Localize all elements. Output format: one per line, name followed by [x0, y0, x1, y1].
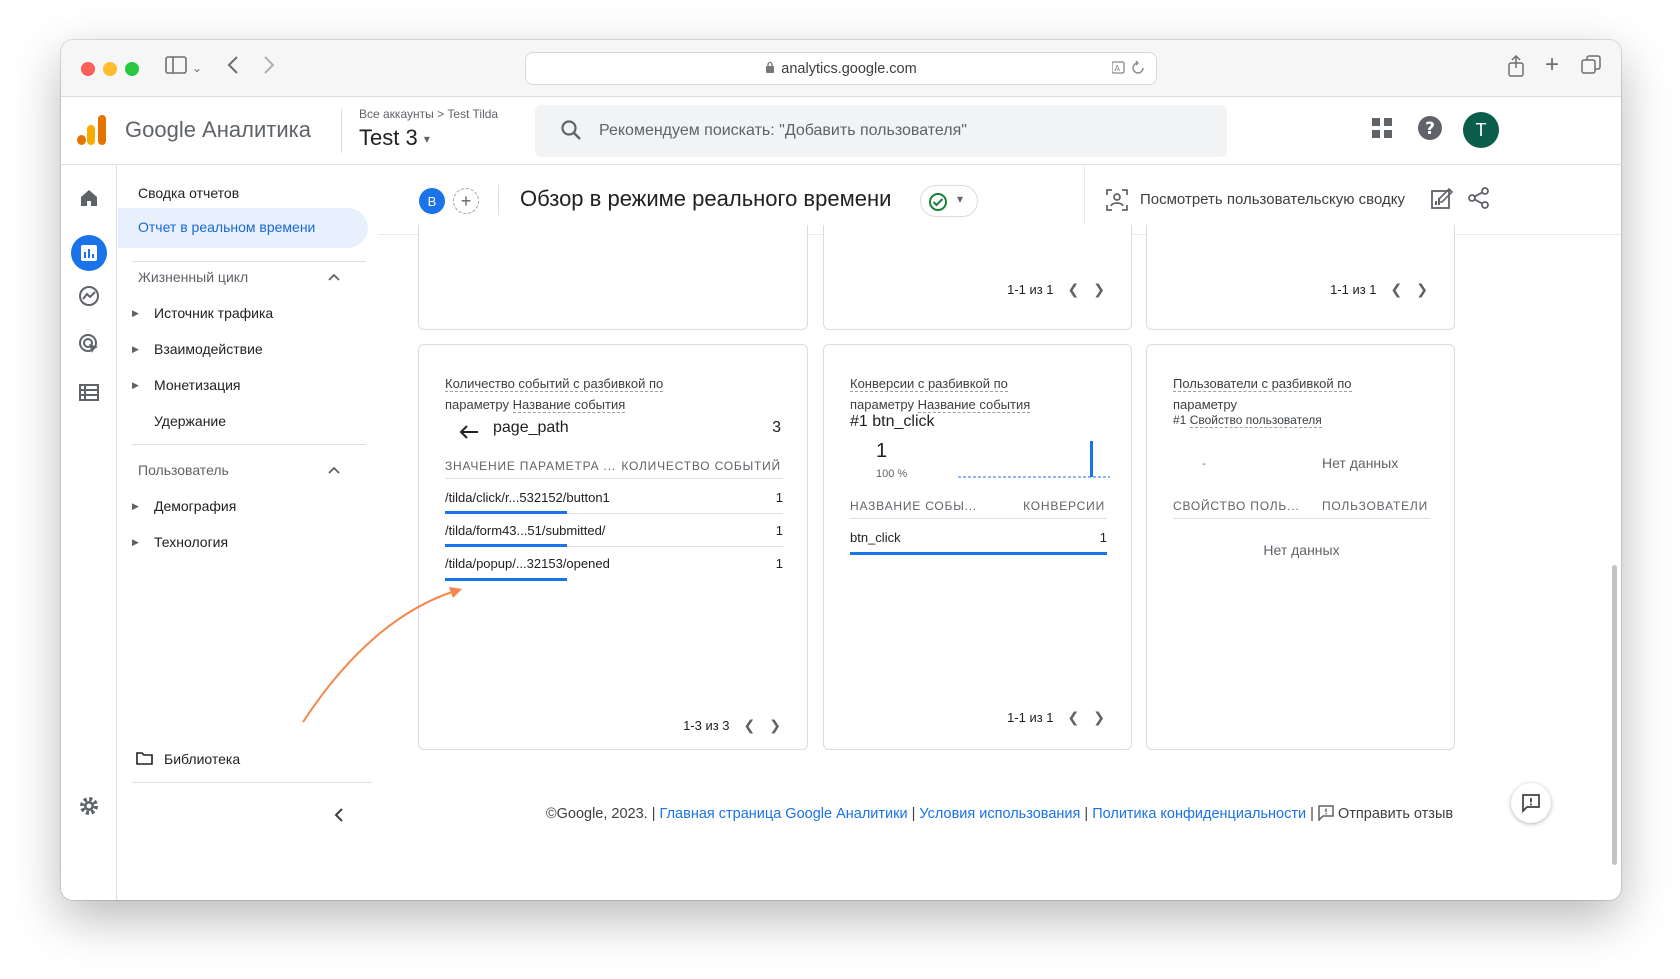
annotation-arrow [302, 587, 462, 723]
